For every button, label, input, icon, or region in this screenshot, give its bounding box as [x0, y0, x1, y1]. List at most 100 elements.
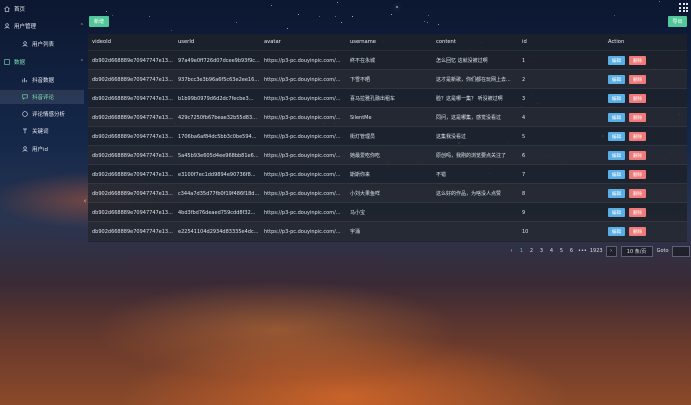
cell-id: 8 — [522, 190, 526, 197]
table-row: db902d668889e70947747e13... c344a7d35d77f… — [88, 183, 687, 203]
delete-button[interactable]: 删除 — [629, 75, 646, 84]
column-header-videoid[interactable]: videoId — [92, 34, 174, 50]
column-header-action: Action — [608, 39, 625, 45]
sidebar-item-user-list[interactable]: 用户列表 — [0, 37, 84, 51]
edit-button[interactable]: 编辑 — [608, 170, 625, 179]
star — [352, 16, 354, 18]
page-3-button[interactable]: 3 — [538, 247, 545, 256]
cell-userid: 429c7250fb67beae32b55d83... — [178, 114, 257, 121]
cell-username: 她最爱吃你吃 — [350, 153, 381, 159]
page-6-button[interactable]: 6 — [568, 247, 575, 256]
cell-actions: 编辑 删除 — [608, 203, 686, 222]
column-header-id[interactable]: id — [522, 34, 582, 50]
cell-avatar: https://p3-pc.douyinpic.com/... — [264, 171, 341, 178]
apps-grid-icon[interactable] — [679, 3, 688, 12]
page-size-label: 10 条/页 — [626, 248, 647, 255]
sidebar-item-douyin-comments[interactable]: 抖音评论 — [0, 90, 84, 104]
edit-button[interactable]: 编辑 — [608, 227, 625, 236]
chevron-up-icon: ⌃ — [79, 23, 84, 29]
goto-page-input[interactable] — [671, 245, 690, 257]
sidebar-item-sentiment-analysis[interactable]: 评论情感分析 — [0, 107, 84, 121]
edit-button[interactable]: 编辑 — [608, 151, 625, 160]
edit-button[interactable]: 编辑 — [608, 75, 625, 84]
delete-button[interactable]: 删除 — [629, 56, 646, 65]
star — [340, 21, 342, 23]
cell-id: 10 — [522, 228, 529, 235]
user-icon — [4, 23, 10, 29]
delete-button[interactable]: 删除 — [629, 170, 646, 179]
sidebar-item-label: 用户列表 — [32, 42, 55, 48]
edit-button[interactable]: 编辑 — [608, 132, 625, 141]
delete-button[interactable]: 删除 — [629, 208, 646, 217]
sidebar-item-data[interactable]: 数据 ⌃ — [0, 55, 88, 69]
page-4-button[interactable]: 4 — [548, 247, 555, 256]
edit-button[interactable]: 编辑 — [608, 94, 625, 103]
edit-button[interactable]: 编辑 — [608, 208, 625, 217]
sidebar-item-label: 抖音评论 — [32, 95, 55, 101]
cell-avatar: https://p3-pc.douyinpic.com/... — [264, 114, 341, 121]
column-header-avatar[interactable]: avatar — [264, 34, 346, 50]
page-last-button[interactable]: 1923 — [590, 247, 603, 256]
delete-button[interactable]: 删除 — [629, 227, 646, 236]
edit-button[interactable]: 编辑 — [608, 56, 625, 65]
cell-id: 4 — [522, 114, 526, 121]
star — [298, 14, 300, 16]
cell-userid: e22541104d2934d83335e4dc... — [178, 228, 259, 235]
cell-actions: 编辑 删除 — [608, 222, 686, 241]
sentiment-icon — [22, 111, 28, 117]
column-header-username[interactable]: username — [350, 34, 432, 50]
column-header-content[interactable]: content — [436, 34, 518, 50]
cell-actions: 编辑 删除 — [608, 184, 686, 203]
cell-videoid: db902d668889e70947747e13... — [92, 190, 173, 197]
sidebar-item-user-management[interactable]: 用户管理 ⌃ — [0, 19, 88, 33]
delete-button[interactable]: 删除 — [629, 113, 646, 122]
table-row: db902d668889e70947747e13... 429c7250fb67b… — [88, 107, 687, 127]
prev-page-button[interactable]: ‹ — [508, 247, 515, 256]
cell-actions: 编辑 删除 — [608, 165, 686, 184]
sidebar-item-douyin-data[interactable]: 抖音数据 — [0, 73, 84, 87]
cell-actions: 编辑 删除 — [608, 146, 686, 165]
delete-button[interactable]: 删除 — [629, 132, 646, 141]
cell-id: 6 — [522, 152, 526, 159]
sidebar-collapse-toggle[interactable]: ‹ — [81, 196, 89, 206]
page-1-button[interactable]: 1 — [518, 247, 525, 256]
export-button[interactable]: 导出 — [668, 16, 687, 27]
delete-button[interactable]: 删除 — [629, 151, 646, 160]
cell-videoid: db902d668889e70947747e13... — [92, 76, 173, 83]
cell-username: SilentMe — [350, 114, 372, 121]
page-5-button[interactable]: 5 — [558, 247, 565, 256]
page-2-button[interactable]: 2 — [528, 247, 535, 256]
cell-videoid: db902d668889e70947747e13... — [92, 95, 173, 102]
cell-content: 原创吗，我刚的浏览要点关注了 — [436, 153, 507, 159]
cell-username: 马小宝 — [350, 210, 366, 216]
page-ellipsis-button[interactable]: ••• — [578, 247, 587, 256]
column-header-userid[interactable]: userId — [178, 34, 260, 50]
cell-content — [436, 222, 518, 241]
cell-videoid: db902d668889e70947747e13... — [92, 57, 173, 64]
cell-content: 不错 — [436, 172, 447, 178]
cell-videoid: db902d668889e70947747e13... — [92, 171, 173, 178]
edit-button[interactable]: 编辑 — [608, 189, 625, 198]
new-button[interactable]: 新增 — [89, 16, 109, 27]
cell-videoid: db902d668889e70947747e13... — [92, 114, 173, 121]
sidebar-item-keywords[interactable]: 关键词 — [0, 124, 84, 138]
star — [391, 14, 393, 16]
next-page-button[interactable]: › — [605, 245, 617, 257]
sidebar-item-home[interactable]: 首页 — [0, 2, 88, 16]
cell-userid: c344a7d35d77fb0f19f486f18d... — [178, 190, 260, 197]
cell-userid: e3100f7ec1dd9894e90736f8... — [178, 171, 256, 178]
delete-button[interactable]: 删除 — [629, 189, 646, 198]
delete-button[interactable]: 删除 — [629, 94, 646, 103]
cell-avatar: https://p3-pc.douyinpic.com/... — [264, 76, 341, 83]
table-row: db902d668889e70947747e13... 4bd3fbd76deae… — [88, 202, 687, 222]
page-size-select[interactable]: 10 条/页 — [620, 245, 653, 257]
star — [428, 15, 430, 17]
star — [235, 21, 237, 23]
star — [427, 22, 429, 24]
cell-content: 这才是新歌，你们都在玩网上去... — [436, 77, 511, 83]
sidebar-item-user-id[interactable]: 用户id — [0, 142, 84, 156]
star — [270, 5, 272, 7]
star — [149, 15, 151, 17]
edit-button[interactable]: 编辑 — [608, 113, 625, 122]
star — [336, 1, 338, 3]
